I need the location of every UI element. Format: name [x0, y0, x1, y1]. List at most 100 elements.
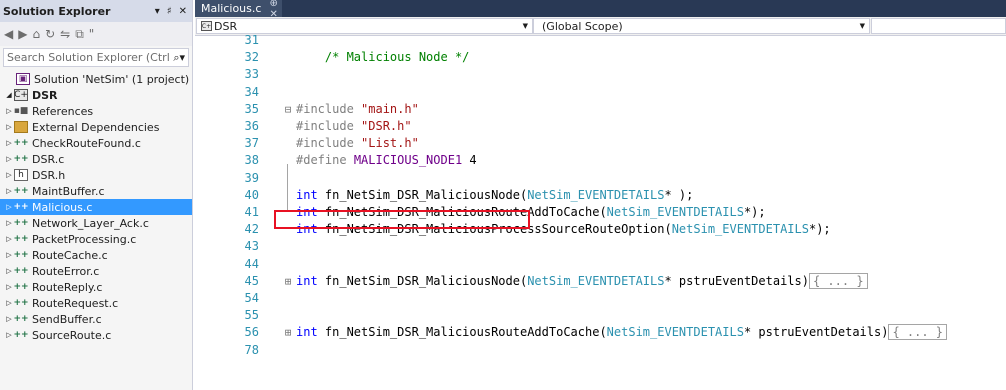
forward-icon[interactable]: ▶	[18, 27, 27, 41]
solution-tree: ▣ Solution 'NetSim' (1 project) ◢ C+ DSR…	[0, 71, 192, 343]
code-line[interactable]: 44	[195, 256, 1006, 273]
tree-item[interactable]: ▷ External Dependencies	[0, 119, 192, 135]
tree-item[interactable]: ▷ ++ PacketProcessing.c	[0, 231, 192, 247]
code-line[interactable]: 32 /* Malicious Node */	[195, 49, 1006, 66]
tree-item[interactable]: ▷ ++ Malicious.c	[0, 199, 192, 215]
tree-item-label: DSR.h	[32, 168, 66, 182]
search-icon[interactable]: ⌕▾	[170, 51, 188, 65]
line-number: 78	[244, 342, 259, 357]
code-text: int fn_NetSim_DSR_MaliciousNode(NetSim_E…	[296, 187, 694, 202]
code-line[interactable]: 38 #define MALICIOUS_NODE1 4	[195, 152, 1006, 169]
c-file-icon: ++	[13, 250, 29, 260]
c-file-icon: ++	[13, 298, 29, 308]
sync-icon[interactable]: ↻	[45, 27, 55, 41]
code-line[interactable]: 33	[195, 66, 1006, 83]
line-number: 37	[244, 136, 259, 151]
line-number: 41	[244, 205, 259, 219]
code-line[interactable]: 56 ⊞ int fn_NetSim_DSR_MaliciousRouteAddTo…	[195, 324, 1006, 341]
code-line[interactable]: 78	[195, 342, 1006, 359]
c-file-icon: ++	[13, 138, 29, 148]
tree-item[interactable]: ▷ ++ SendBuffer.c	[0, 311, 192, 327]
tree-item[interactable]: ▷ ++ RouteCache.c	[0, 247, 192, 263]
collapse-all-icon[interactable]: ⧉	[75, 27, 84, 42]
tree-item-label: RouteError.c	[32, 264, 100, 278]
code-text: int fn_NetSim_DSR_MaliciousNode(NetSim_E…	[296, 272, 868, 290]
line-number: 34	[244, 84, 259, 99]
code-line[interactable]: 39	[195, 170, 1006, 187]
code-line[interactable]: 43	[195, 238, 1006, 255]
code-area[interactable]: 31 32 /* Malicious Node */33 34 35 ⊟ #include…	[195, 33, 1006, 390]
tree-project-node[interactable]: ◢ C+ DSR	[0, 87, 192, 103]
tree-item[interactable]: ▷ ++ RouteError.c	[0, 263, 192, 279]
line-number: 40	[244, 187, 259, 202]
c-file-icon: ++	[13, 266, 29, 276]
folder-icon	[14, 121, 28, 133]
back-icon[interactable]: ◀	[4, 27, 13, 41]
code-line[interactable]: 45 ⊞ int fn_NetSim_DSR_MaliciousNode(NetSi…	[195, 272, 1006, 290]
line-number: 31	[244, 33, 259, 47]
code-text: #include "main.h"	[296, 101, 419, 116]
tree-item[interactable]: ▷ ▪■ References	[0, 103, 192, 119]
line-number: 32	[244, 50, 259, 65]
expand-region-icon[interactable]: ⊞	[281, 324, 295, 341]
dropdown-icon[interactable]: ▾	[155, 6, 160, 17]
collapse-region-icon[interactable]: ⊟	[281, 101, 295, 118]
tree-item[interactable]: ▷ ++ Network_Layer_Ack.c	[0, 215, 192, 231]
line-number: 55	[244, 308, 259, 323]
tree-item-label: RouteRequest.c	[32, 296, 119, 310]
home-icon[interactable]: ⌂	[32, 27, 40, 41]
line-number: 43	[244, 239, 259, 254]
code-line[interactable]: 37 #include "List.h"	[195, 135, 1006, 152]
code-line[interactable]: 40 int fn_NetSim_DSR_MaliciousNode(NetSim…	[195, 187, 1006, 204]
c-file-icon: ++	[13, 314, 29, 324]
collapsed-arrow-icon[interactable]: ▷	[4, 107, 14, 115]
tree-item[interactable]: ▷ ++ RouteReply.c	[0, 279, 192, 295]
solution-explorer-header: Solution Explorer ▾ ♯ ✕	[0, 0, 192, 22]
tree-item-label: Network_Layer_Ack.c	[32, 216, 149, 230]
collapsed-arrow-icon[interactable]: ▷	[4, 171, 14, 179]
tree-item[interactable]: ▷ ++ RouteRequest.c	[0, 295, 192, 311]
project-icon: C+	[201, 21, 212, 31]
expand-region-icon[interactable]: ⊞	[281, 273, 295, 290]
line-number: 39	[244, 170, 259, 185]
code-line[interactable]: 54	[195, 290, 1006, 307]
code-text: int fn_NetSim_DSR_MaliciousRouteAddToCac…	[296, 324, 948, 341]
collapsed-arrow-icon[interactable]: ▷	[4, 123, 14, 131]
highlight-annotation-box	[274, 210, 530, 229]
tree-item-label: SendBuffer.c	[32, 312, 102, 326]
code-line[interactable]: 55	[195, 307, 1006, 324]
c-file-icon: ++	[13, 202, 29, 212]
tree-item[interactable]: ▷ ++ DSR.c	[0, 151, 192, 167]
close-icon[interactable]: ✕	[179, 6, 187, 17]
c-file-icon: ++	[13, 234, 29, 244]
switch-views-icon[interactable]: ⇋	[60, 27, 70, 41]
code-line[interactable]: 34	[195, 84, 1006, 101]
tree-item[interactable]: ▷ h DSR.h	[0, 167, 192, 183]
code-line[interactable]: 35 ⊟ #include "main.h"	[195, 101, 1006, 118]
chevron-down-icon: ▼	[522, 22, 528, 30]
line-number: 54	[244, 291, 259, 305]
tree-item[interactable]: ▷ ++ MaintBuffer.c	[0, 183, 192, 199]
more-icon[interactable]: "	[89, 27, 95, 41]
tree-item-label: SourceRoute.c	[32, 328, 112, 342]
project-items: ▷ ▪■ References ▷ External Dependencies ▷ ++ Ch…	[0, 103, 192, 343]
code-text: #include "DSR.h"	[296, 119, 412, 133]
line-number: 38	[244, 153, 259, 168]
tree-item-label: DSR	[32, 88, 58, 102]
line-number: 42	[244, 222, 259, 237]
code-line[interactable]: 31	[195, 32, 1006, 49]
pin-icon[interactable]: ♯	[167, 6, 172, 17]
tree-item[interactable]: ▷ ++ CheckRouteFound.c	[0, 135, 192, 151]
tab-malicious-c[interactable]: Malicious.c ⊕ ✕	[195, 0, 282, 20]
solution-icon: ▣	[16, 73, 30, 85]
h-file-icon: h	[14, 169, 28, 181]
code-line[interactable]: 36 #include "DSR.h"	[195, 118, 1006, 135]
expanded-arrow-icon[interactable]: ◢	[4, 91, 14, 99]
tree-item-label: Malicious.c	[32, 200, 93, 214]
tree-item-label: External Dependencies	[32, 120, 160, 134]
tree-solution-node[interactable]: ▣ Solution 'NetSim' (1 project)	[0, 71, 192, 87]
search-input[interactable]: Search Solution Explorer (Ctrl ⌕▾	[3, 48, 189, 67]
document-tab-strip: Malicious.c ⊕ ✕	[195, 0, 1006, 20]
tree-item[interactable]: ▷ ++ SourceRoute.c	[0, 327, 192, 343]
line-number: 35	[244, 101, 259, 116]
